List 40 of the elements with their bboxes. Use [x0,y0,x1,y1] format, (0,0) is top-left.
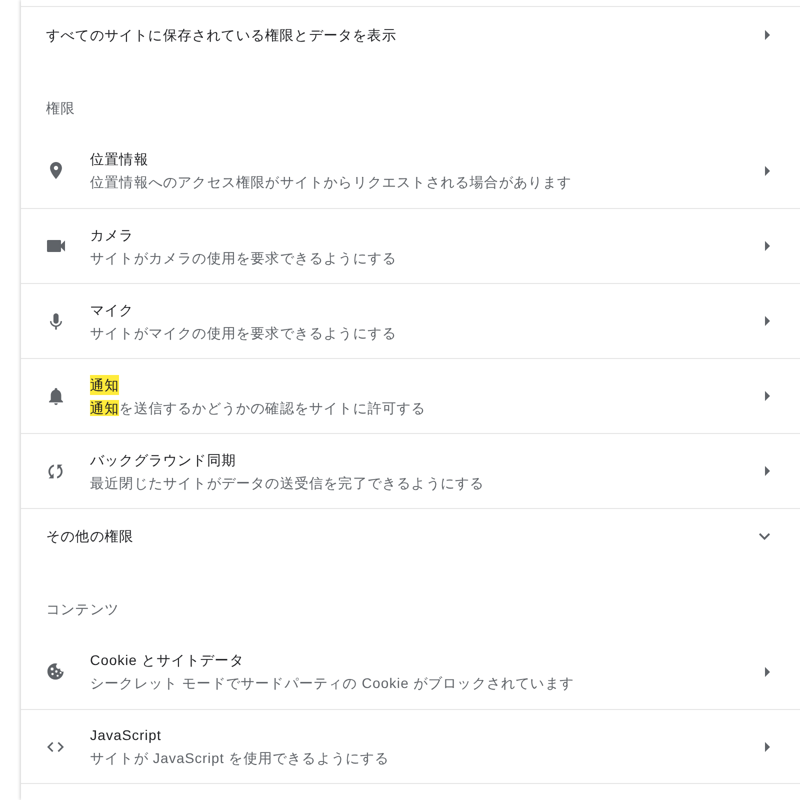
setting-row[interactable]: JavaScript サイトが JavaScript を使用できるようにする [21,709,800,784]
setting-description: シークレット モードでサードパーティの Cookie がブロックされています [90,674,574,693]
setting-description: 最近閉じたサイトがデータの送受信を完了できるようにする [90,474,484,492]
arrow-right-icon [765,666,770,676]
setting-row[interactable]: マイク サイトがマイクの使用を要求できるようにする [21,283,800,358]
arrow-right-icon [765,742,770,752]
setting-row[interactable]: 通知 通知 を送信するかどうかの確認をサイトに許可する [21,358,800,433]
arrow-right-icon [765,166,770,176]
setting-description: サイトがカメラの使用を要求できるようにする [90,248,397,268]
setting-title: バックグラウンド同期 [90,450,236,470]
setting-row[interactable]: カメラ サイトがカメラの使用を要求できるようにする [21,208,800,283]
arrow-right-icon [765,391,770,401]
pin-icon [50,162,62,179]
setting-description: サイトがマイクの使用を要求できるようにする [90,324,397,342]
section-heading: コンテンツ [46,600,119,619]
setting-title: 通知 [90,374,120,394]
setting-title: カメラ [90,226,134,244]
cookie-icon [47,663,64,680]
microphone-icon [50,312,62,330]
video-camera-icon [46,240,64,252]
arrow-right-icon [765,316,770,326]
arrow-right-icon [765,30,770,40]
setting-description: サイトが JavaScript を使用できるようにする [90,749,390,768]
code-brackets-icon [47,742,64,752]
setting-description: 位置情報へのアクセス権限がサイトからリクエストされる場合があります [90,173,572,192]
section-heading: 権限 [46,99,76,118]
setting-row[interactable]: 位置情報 位置情報へのアクセス権限がサイトからリクエストされる場合があります [21,133,800,208]
setting-title: マイク [90,300,134,320]
setting-description: 通知 を送信するかどうかの確認をサイトに許可する [90,398,426,418]
arrow-right-icon [765,466,770,476]
bell-icon [48,388,62,404]
more-permissions-toggle[interactable]: その他の権限 [21,508,800,563]
all-sites-link[interactable]: すべてのサイトに保存されている権限とデータを表示 [21,6,800,62]
setting-title: Cookie とサイトデータ [90,651,244,670]
setting-row[interactable]: バックグラウンド同期 最近閉じたサイトがデータの送受信を完了できるようにする [21,433,800,508]
setting-title: 位置情報 [90,150,148,169]
sync-icon [48,464,63,478]
setting-row[interactable]: Cookie とサイトデータ シークレット モードでサードパーティの Cookie がブロックされています [21,634,800,709]
setting-title: JavaScript [90,726,162,745]
arrow-right-icon [765,241,770,251]
